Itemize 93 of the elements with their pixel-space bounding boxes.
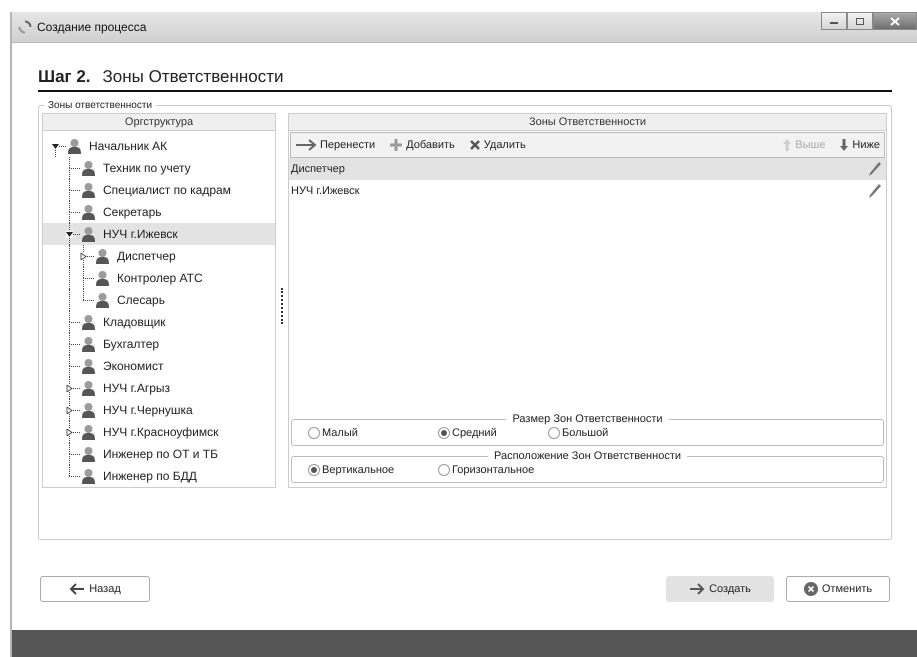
tree-item-label: Специалист по кадрам	[103, 183, 231, 197]
tree-item[interactable]: Диспетчер	[43, 245, 275, 267]
arrow-up-icon	[782, 138, 792, 152]
toolbar-button[interactable]: Удалить	[468, 139, 526, 151]
person-icon	[81, 226, 96, 242]
step-title: Зоны Ответственности	[102, 67, 284, 87]
tree-item[interactable]: Экономист	[43, 355, 275, 377]
person-icon	[81, 446, 96, 462]
tree-item[interactable]: НУЧ г.Агрыз	[43, 377, 275, 399]
dialog-button[interactable]: Создать	[666, 576, 774, 602]
close-button[interactable]	[873, 12, 917, 30]
person-icon	[81, 402, 96, 418]
person-icon	[81, 358, 96, 374]
radio-option[interactable]: Большой	[548, 427, 678, 439]
pencil-icon[interactable]	[868, 161, 882, 177]
tree-item-label: НУЧ г.Чернушка	[103, 403, 193, 417]
tree-item-label: Инженер по БДД	[103, 469, 197, 483]
tree-item[interactable]: НУЧ г.Чернушка	[43, 399, 275, 421]
expand-icon[interactable]	[80, 253, 87, 260]
zone-label: Диспетчер	[291, 163, 345, 175]
tree-item-label: Техник по учету	[103, 161, 191, 175]
tree-item-label: Диспетчер	[117, 249, 176, 263]
tree-item-label: НУЧ г.Агрыз	[103, 381, 170, 395]
person-icon	[95, 248, 110, 264]
tree-item-label: Начальник АК	[89, 139, 168, 153]
person-icon	[81, 160, 96, 176]
column-header: Зоны Ответственности	[289, 114, 886, 131]
dialog-button[interactable]: Назад	[40, 576, 150, 602]
tree-item[interactable]: Специалист по кадрам	[43, 179, 275, 201]
toolbar-button[interactable]: Добавить	[389, 138, 455, 152]
person-icon	[81, 468, 96, 484]
group-title: Зоны ответственности	[48, 100, 152, 111]
tree-item-label: Контролер АТС	[117, 271, 203, 285]
delete-icon	[468, 139, 481, 151]
step-number: Шаг 2.	[38, 67, 91, 87]
person-icon	[81, 314, 96, 330]
radio-option[interactable]: Горизонтальное	[438, 464, 548, 476]
column-header: Оргструктура	[43, 114, 275, 131]
tree-item[interactable]: Кладовщик	[43, 311, 275, 333]
tree-item[interactable]: Слесарь	[43, 289, 275, 311]
tree-item-label: Кладовщик	[103, 315, 166, 329]
zone-row[interactable]: НУЧ г.Ижевск	[289, 180, 886, 202]
expand-icon[interactable]	[66, 385, 73, 392]
tree-item-label: Бухгалтер	[103, 337, 160, 351]
tree-item-label: НУЧ г.Красноуфимск	[103, 425, 218, 439]
maximize-icon	[855, 16, 865, 26]
toolbar-button[interactable]: Ниже	[839, 138, 880, 152]
person-icon	[95, 270, 110, 286]
zone-row[interactable]: Диспетчер	[289, 158, 886, 180]
person-icon	[81, 204, 96, 220]
person-icon	[95, 292, 110, 308]
expand-icon[interactable]	[66, 407, 73, 414]
close-icon	[890, 16, 900, 26]
person-icon	[81, 182, 96, 198]
dialog-button[interactable]: Отменить	[786, 576, 890, 602]
person-icon	[67, 138, 82, 154]
tree-item-label: Инженер по ОТ и ТБ	[103, 447, 218, 461]
person-icon	[81, 380, 96, 396]
tree-item[interactable]: НУЧ г.Ижевск	[43, 223, 275, 245]
zone-label: НУЧ г.Ижевск	[291, 185, 360, 197]
option-group-title: Размер Зон Ответственности	[512, 413, 663, 425]
toolbar-button[interactable]: Перенести	[295, 139, 376, 151]
tree-item[interactable]: Бухгалтер	[43, 333, 275, 355]
radio-option[interactable]: Средний	[438, 427, 548, 439]
pencil-icon[interactable]	[868, 183, 882, 199]
refresh-icon	[18, 20, 32, 34]
tree-item-label: Секретарь	[103, 205, 162, 219]
radio-option[interactable]: Вертикальное	[308, 464, 438, 476]
tree-item[interactable]: Техник по учету	[43, 157, 275, 179]
tree-item[interactable]: НУЧ г.Красноуфимск	[43, 421, 275, 443]
plus-icon	[389, 138, 404, 152]
arrow-down-icon	[839, 138, 850, 152]
cancel-icon	[804, 582, 818, 596]
maximize-button[interactable]	[847, 12, 873, 30]
person-icon	[81, 336, 96, 352]
tree-item[interactable]: Инженер по БДД	[43, 465, 275, 487]
window-title: Создание процесса	[37, 20, 146, 34]
collapse-icon[interactable]	[52, 143, 59, 150]
arrow-left-icon	[69, 583, 86, 595]
expand-icon[interactable]	[66, 429, 73, 436]
tree-item[interactable]: Инженер по ОТ и ТБ	[43, 443, 275, 465]
arrow-right-icon	[295, 139, 317, 151]
arrow-right-icon	[689, 583, 706, 595]
radio-option[interactable]: Малый	[308, 427, 438, 439]
tree-item-label: Экономист	[103, 359, 164, 373]
person-icon	[81, 424, 96, 440]
tree-item[interactable]: Начальник АК	[43, 135, 275, 157]
tree-item-label: Слесарь	[117, 293, 165, 307]
tree-item-label: НУЧ г.Ижевск	[103, 227, 178, 241]
collapse-icon[interactable]	[66, 231, 73, 238]
minimize-button[interactable]	[821, 12, 847, 30]
tree-item[interactable]: Контролер АТС	[43, 267, 275, 289]
option-group-title: Расположение Зон Ответственности	[494, 450, 682, 462]
